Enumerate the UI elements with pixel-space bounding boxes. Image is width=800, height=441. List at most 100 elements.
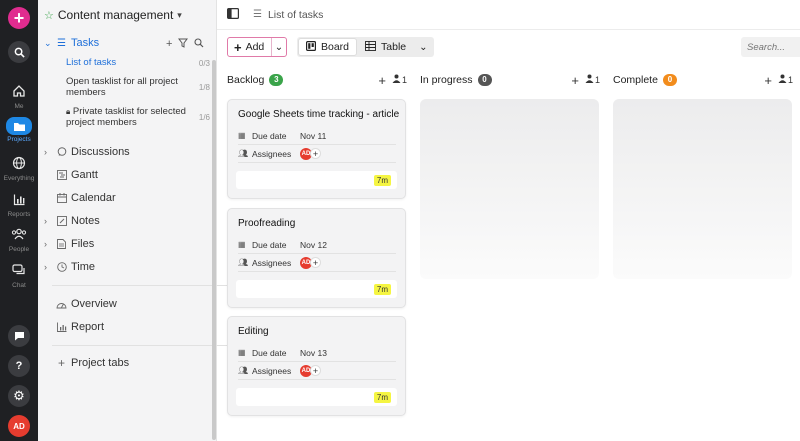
chevron-right-icon[interactable]: ›: [44, 216, 52, 226]
add-assignee-icon[interactable]: +: [310, 365, 321, 376]
rail-item-chat[interactable]: Chat: [0, 259, 38, 289]
table-icon: [365, 40, 376, 54]
sidebar-item-project-tabs[interactable]: + Project tabs: [44, 356, 129, 370]
add-task-icon[interactable]: +: [764, 73, 772, 88]
due-date-label: Due date: [252, 130, 287, 141]
search-input[interactable]: [741, 37, 800, 57]
sidebar-item-tasks[interactable]: ⌄ ☰ Tasks: [44, 37, 99, 49]
card-footer: 7m: [236, 388, 397, 406]
empty-column-area[interactable]: [613, 99, 792, 279]
home-icon: [8, 80, 30, 102]
sidebar-item-notes[interactable]: › Notes: [44, 215, 100, 227]
task-card[interactable]: Editing ▦ Due date Nov 13 👥︎ Assignees AD …: [227, 316, 406, 416]
due-date-row[interactable]: ▦ Due date Nov 13: [238, 344, 396, 362]
column-title: Complete: [613, 74, 658, 86]
board-view-button[interactable]: Board: [298, 38, 358, 56]
column-title: Backlog: [227, 74, 265, 86]
rail-item-reports[interactable]: Reports: [0, 188, 38, 218]
members-button[interactable]: 1: [392, 74, 407, 86]
comment-icon: [56, 147, 67, 158]
member-count: 1: [787, 75, 793, 85]
task-title: Proofreading: [238, 218, 296, 229]
add-assignee-icon[interactable]: +: [310, 257, 321, 268]
gear-icon: ⚙: [8, 385, 30, 407]
column-count-badge: 0: [662, 74, 677, 86]
chevron-down-icon[interactable]: ⌄: [44, 38, 52, 49]
project-title-dropdown[interactable]: ☆ Content management ▾: [44, 8, 182, 22]
sidebar-item-label: Calendar: [71, 192, 116, 204]
members-button[interactable]: 1: [585, 74, 600, 86]
toolbar: + Add ⌄ Board Table ⌄: [217, 36, 800, 60]
chevron-right-icon[interactable]: ›: [44, 262, 52, 272]
toggle-sidebar-icon[interactable]: [227, 7, 240, 22]
plus-icon: +: [57, 356, 65, 370]
table-label: Table: [381, 41, 407, 53]
member-count: 1: [401, 75, 407, 85]
empty-column-area[interactable]: [420, 99, 599, 279]
sidebar-item-report[interactable]: Report: [44, 321, 104, 333]
sidebar-item-overview[interactable]: Overview: [44, 298, 117, 310]
assignees-row[interactable]: 👥︎ Assignees AD +: [238, 145, 396, 163]
star-icon[interactable]: ☆: [44, 9, 54, 22]
add-task-icon[interactable]: +: [378, 73, 386, 88]
calendar-icon: [56, 193, 67, 204]
help-icon: ?: [8, 355, 30, 377]
assignees-row[interactable]: 👥︎ Assignees AD +: [238, 254, 396, 272]
sidebar-item-time[interactable]: › Time: [44, 261, 95, 273]
assignees-row[interactable]: 👥︎ Assignees AD +: [238, 362, 396, 380]
help-button[interactable]: ?: [0, 355, 38, 377]
sidebar-item-label: Tasks: [71, 37, 100, 49]
card-footer: 7m: [236, 171, 397, 189]
task-card[interactable]: Google Sheets time tracking - article ▦ D…: [227, 99, 406, 199]
view-switcher: Board Table ⌄: [297, 37, 434, 57]
add-tasklist-icon[interactable]: +: [166, 38, 172, 51]
tasklist-item-list-of-tasks[interactable]: List of tasks: [66, 57, 196, 68]
due-date-label: Due date: [252, 347, 287, 358]
sidebar-item-label: Gantt: [71, 169, 98, 181]
chart-icon: [8, 188, 30, 210]
members-button[interactable]: 1: [778, 74, 793, 86]
tasklist-item-private[interactable]: 🔒︎ Private tasklist for selected project…: [66, 106, 196, 128]
add-button[interactable]: + Add ⌄: [227, 37, 287, 57]
sidebar-item-gantt[interactable]: Gantt: [44, 169, 98, 181]
add-task-icon[interactable]: +: [571, 73, 579, 88]
avatar: AD: [8, 415, 30, 437]
sidebar-item-discussions[interactable]: › Discussions: [44, 146, 130, 158]
due-date-row[interactable]: ▦ Due date Nov 11: [238, 127, 396, 145]
tasklist-item-open[interactable]: Open tasklist for all project members: [66, 76, 196, 98]
table-view-button[interactable]: Table: [358, 37, 413, 57]
rail-item-everything[interactable]: Everything: [0, 152, 38, 182]
chat-icon: [8, 259, 30, 281]
sidebar-scrollbar[interactable]: [212, 60, 216, 440]
sidebar-item-label: Notes: [71, 215, 100, 227]
sidebar-item-files[interactable]: › Files: [44, 238, 94, 250]
rail-item-people[interactable]: People: [0, 223, 38, 253]
rail-item-me[interactable]: Me: [0, 80, 38, 110]
due-date-value: Nov 12: [300, 239, 327, 250]
person-icon: [392, 74, 401, 86]
sidebar-item-calendar[interactable]: Calendar: [44, 192, 116, 204]
card-footer: 7m: [236, 280, 397, 298]
due-date-row[interactable]: ▦ Due date Nov 12: [238, 236, 396, 254]
filter-icon[interactable]: [178, 38, 189, 51]
search-icon[interactable]: [194, 38, 204, 51]
chevron-right-icon[interactable]: ›: [44, 239, 52, 249]
board-label: Board: [321, 41, 350, 53]
rail-item-projects[interactable]: Projects: [0, 117, 38, 143]
sidebar-item-label: Files: [71, 238, 95, 250]
user-avatar-button[interactable]: AD: [0, 415, 38, 437]
view-dropdown[interactable]: ⌄: [413, 37, 433, 57]
global-search-button[interactable]: [0, 41, 38, 63]
add-dropdown[interactable]: ⌄: [271, 38, 286, 56]
gantt-icon: [56, 170, 67, 181]
rail-label-everything: Everything: [3, 175, 35, 182]
board-column-in-progress: In progress 0 + 1: [420, 68, 600, 279]
board-column-complete: Complete 0 + 1: [613, 68, 793, 279]
settings-button[interactable]: ⚙: [0, 385, 38, 407]
time-tracked-badge: 7m: [373, 175, 391, 186]
messages-button[interactable]: [0, 325, 38, 347]
chevron-right-icon[interactable]: ›: [44, 147, 52, 157]
add-assignee-icon[interactable]: +: [310, 148, 321, 159]
task-card[interactable]: Proofreading ▦ Due date Nov 12 👥︎ Assignee…: [227, 208, 406, 308]
create-button[interactable]: +: [0, 7, 38, 29]
